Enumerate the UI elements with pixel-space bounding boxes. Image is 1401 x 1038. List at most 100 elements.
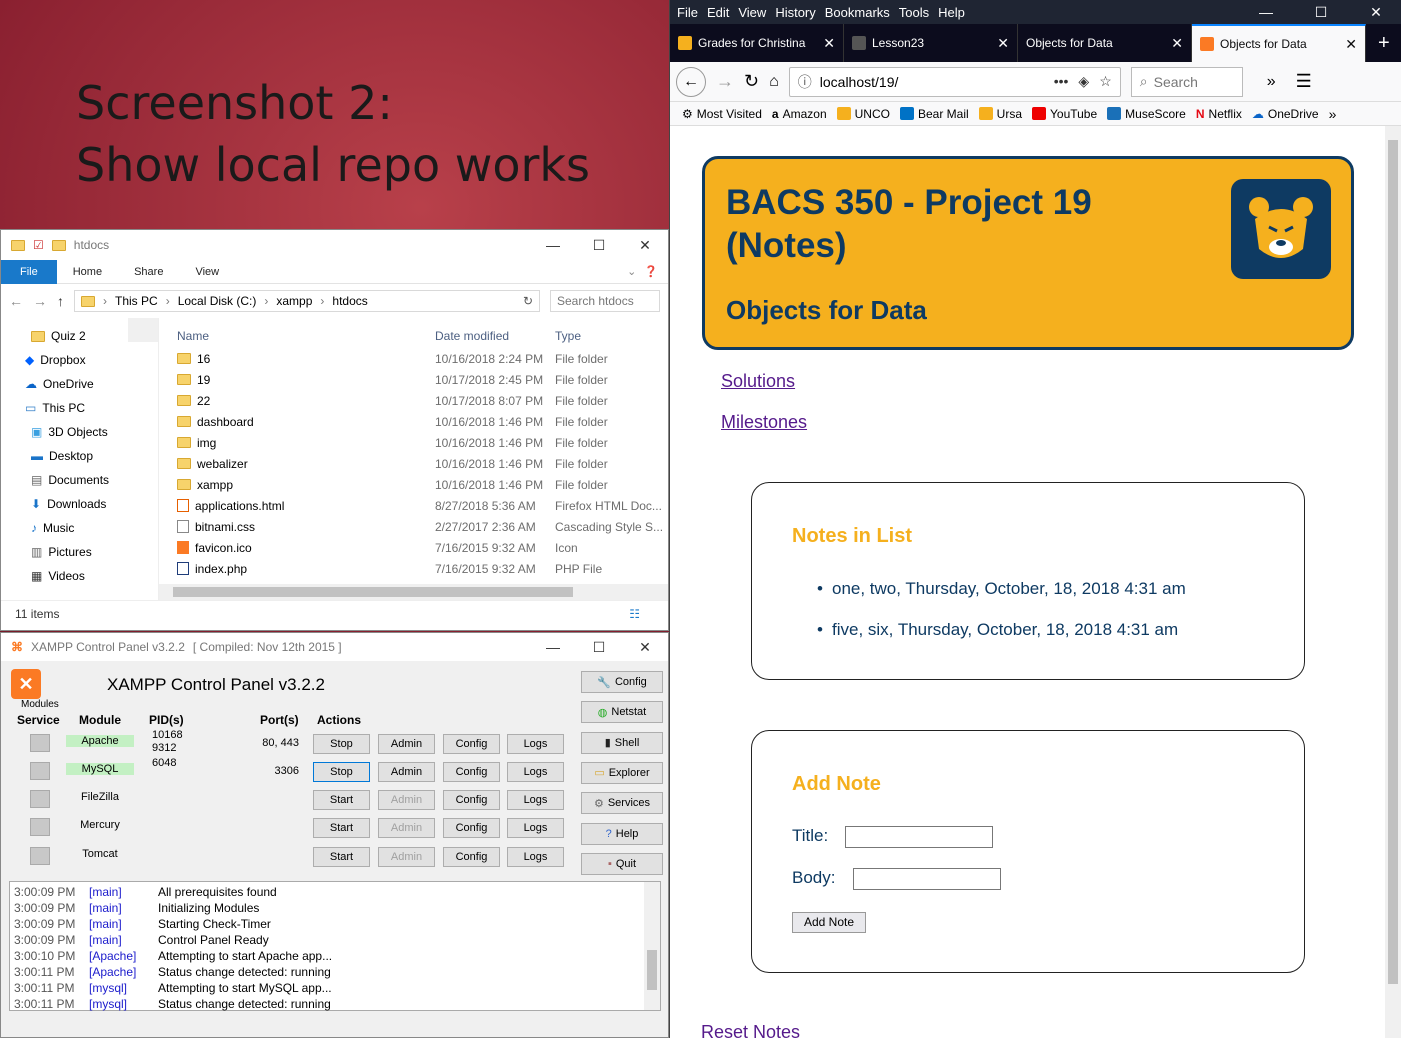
details-view-icon[interactable]: ☷ [629, 607, 640, 621]
admin-button[interactable]: Admin [378, 734, 435, 754]
maximize-button[interactable]: ☐ [576, 639, 622, 656]
tab-objects-for-data-1[interactable]: Objects for Data ✕ [1018, 24, 1192, 62]
services-button[interactable]: ⚙ Services [581, 792, 663, 815]
reset-notes-link[interactable]: Reset Notes [701, 1022, 800, 1038]
logs-button[interactable]: Logs [507, 734, 564, 754]
file-list-hscrollbar[interactable] [159, 584, 668, 600]
hamburger-menu-icon[interactable]: ☰ [1296, 71, 1312, 92]
menu-history[interactable]: History [775, 5, 815, 20]
breadcrumb-this-pc[interactable]: This PC [115, 294, 158, 308]
file-row[interactable]: index.php 7/16/2015 9:32 AM PHP File [177, 558, 668, 579]
file-row[interactable]: 19 10/17/2018 2:45 PM File folder [177, 369, 668, 390]
file-row[interactable]: 16 10/16/2018 2:24 PM File folder [177, 348, 668, 369]
breadcrumb-xampp[interactable]: xampp [276, 294, 312, 308]
home-icon[interactable]: ⌂ [769, 73, 779, 91]
search-input[interactable]: ⌕ Search [1130, 66, 1243, 97]
logs-button[interactable]: Logs [507, 762, 564, 782]
breadcrumb-local-disk[interactable]: Local Disk (C:) [178, 294, 257, 308]
config-button[interactable]: Config [443, 734, 500, 754]
start-button[interactable]: Start [313, 818, 370, 838]
close-tab-icon[interactable]: ✕ [823, 35, 835, 52]
close-button[interactable]: ✕ [1353, 4, 1399, 21]
bookmark-amazon[interactable]: a Amazon [772, 107, 827, 121]
address-bar[interactable]: › This PC › Local Disk (C:) › xampp › ht… [74, 290, 540, 312]
minimize-button[interactable]: — [530, 237, 576, 254]
config-button[interactable]: Config [443, 762, 500, 782]
up-arrow-icon[interactable]: ↑ [57, 293, 64, 309]
menu-help[interactable]: Help [938, 5, 965, 20]
menu-bookmarks[interactable]: Bookmarks [825, 5, 890, 20]
tree-item-downloads[interactable]: ⬇ Downloads [1, 492, 158, 516]
service-checkbox[interactable] [30, 790, 50, 808]
tab-lesson23[interactable]: Lesson23 ✕ [844, 24, 1018, 62]
column-header-type[interactable]: Type [555, 329, 581, 343]
bookmark-ursa[interactable]: Ursa [978, 107, 1022, 121]
file-row[interactable]: dashboard 10/16/2018 1:46 PM File folder [177, 411, 668, 432]
expand-ribbon-icon[interactable]: ⌄ [621, 265, 642, 278]
bookmark-most-visited[interactable]: ⚙ Most Visited [682, 107, 762, 121]
forward-arrow-icon[interactable]: → [33, 293, 47, 309]
minimize-button[interactable]: — [530, 639, 576, 656]
tree-item-dropbox[interactable]: ◆ Dropbox [1, 348, 158, 372]
tree-item-this-pc[interactable]: ▭ This PC [1, 396, 158, 420]
start-button[interactable]: Start [313, 790, 370, 810]
ribbon-tab-view[interactable]: View [179, 266, 235, 278]
add-note-button[interactable]: Add Note [792, 912, 866, 933]
refresh-icon[interactable]: ↻ [523, 294, 533, 308]
logs-button[interactable]: Logs [507, 818, 564, 838]
bookmark-unco[interactable]: UNCO [836, 107, 890, 121]
info-icon[interactable]: ⓘ [798, 72, 812, 92]
tree-item-3d-objects[interactable]: ▣ 3D Objects [1, 420, 158, 444]
tree-item-pictures[interactable]: ▥ Pictures [1, 540, 158, 564]
file-row[interactable]: xampp 10/16/2018 1:46 PM File folder [177, 474, 668, 495]
page-scrollbar[interactable] [1385, 126, 1401, 1038]
admin-button[interactable]: Admin [378, 762, 435, 782]
netstat-button[interactable]: ◍ Netstat [581, 701, 663, 724]
ribbon-tab-share[interactable]: Share [118, 266, 179, 278]
close-tab-icon[interactable]: ✕ [997, 35, 1009, 52]
forward-arrow-icon[interactable]: → [716, 71, 734, 92]
tree-item-music[interactable]: ♪ Music [1, 516, 158, 540]
bookmark-bear-mail[interactable]: Bear Mail [899, 107, 969, 121]
new-tab-icon[interactable]: + [1378, 24, 1390, 62]
page-actions-icon[interactable]: ••• [1054, 73, 1069, 90]
explorer-button[interactable]: ▭ Explorer [581, 761, 663, 784]
tab-objects-for-data-active[interactable]: Objects for Data ✕ [1192, 24, 1366, 62]
minimize-button[interactable]: — [1243, 4, 1289, 21]
logs-button[interactable]: Logs [507, 790, 564, 810]
shell-button[interactable]: ▮ Shell [581, 731, 663, 754]
quick-access-check-icon[interactable]: ☑ [33, 238, 44, 252]
scrollbar-thumb[interactable] [647, 950, 657, 990]
pocket-icon[interactable]: ◈ [1078, 73, 1089, 90]
scrollbar-thumb[interactable] [173, 587, 573, 597]
tree-scrollbar[interactable] [128, 318, 158, 342]
ribbon-tab-file[interactable]: File [1, 259, 57, 284]
service-checkbox[interactable] [30, 818, 50, 836]
overflow-chevron-icon[interactable]: » [1267, 73, 1276, 91]
file-row[interactable]: img 10/16/2018 1:46 PM File folder [177, 432, 668, 453]
tree-item-onedrive[interactable]: ☁ OneDrive [1, 372, 158, 396]
file-row[interactable]: webalizer 10/16/2018 1:46 PM File folder [177, 453, 668, 474]
solutions-link[interactable]: Solutions [721, 371, 795, 392]
file-row[interactable]: bitnami.css 2/27/2017 2:36 AM Cascading St… [177, 516, 668, 537]
service-checkbox[interactable] [30, 762, 50, 780]
milestones-link[interactable]: Milestones [721, 412, 807, 433]
tree-item-desktop[interactable]: ▬ Desktop [1, 444, 158, 468]
service-checkbox[interactable] [30, 847, 50, 865]
ribbon-tab-home[interactable]: Home [57, 266, 118, 278]
bookmark-netflix[interactable]: N Netflix [1196, 107, 1242, 121]
body-input[interactable] [853, 868, 1001, 890]
start-button[interactable]: Start [313, 847, 370, 867]
help-button[interactable]: ? Help [581, 822, 663, 845]
explorer-search-input[interactable]: Search htdocs [550, 290, 660, 312]
menu-file[interactable]: File [677, 5, 698, 20]
maximize-button[interactable]: ☐ [576, 237, 622, 254]
back-arrow-icon[interactable]: ← [9, 293, 23, 309]
reload-icon[interactable]: ↻ [744, 71, 759, 92]
breadcrumb-htdocs[interactable]: htdocs [332, 294, 367, 308]
bookmark-youtube[interactable]: YouTube [1032, 107, 1097, 121]
back-arrow-icon[interactable]: ← [676, 66, 706, 97]
scrollbar-thumb[interactable] [1388, 140, 1398, 984]
config-button[interactable]: 🔧 Config [581, 671, 663, 693]
title-input[interactable] [845, 826, 993, 848]
